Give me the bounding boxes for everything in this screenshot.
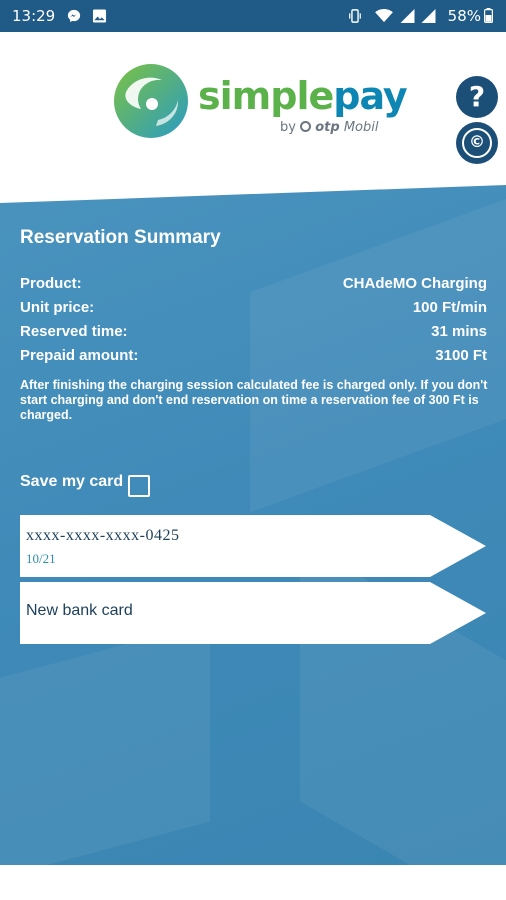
card-expiry: 10/21: [26, 551, 56, 566]
otp-logo-icon: [300, 121, 312, 132]
unit-price-value: 100 Ft/min: [412, 299, 487, 316]
byline-prefix: by: [280, 120, 296, 135]
summary-row-prepaid: Prepaid amount: 3100 Ft: [20, 347, 487, 369]
app-header: simplepay by otp Mobil ? ©: [0, 32, 506, 197]
status-bar: 13:29 58%: [0, 0, 506, 32]
help-button[interactable]: ?: [456, 76, 498, 118]
messenger-icon: [67, 9, 81, 23]
image-icon: [92, 9, 107, 23]
battery-icon: [484, 8, 493, 23]
simplepay-logo: simplepay by otp Mobil: [112, 62, 408, 152]
summary-title: Reservation Summary: [20, 227, 221, 248]
reservation-fee-note: After finishing the charging session cal…: [20, 378, 488, 422]
reservation-panel: Reservation Summary Product: CHAdeMO Cha…: [0, 185, 506, 865]
logo-word-simple: simple: [198, 74, 334, 118]
copyright-button[interactable]: ©: [456, 122, 498, 164]
summary-row-unit-price: Unit price: 100 Ft/min: [20, 299, 487, 321]
product-value: CHAdeMO Charging: [342, 275, 487, 292]
byline-suffix: Mobil: [343, 120, 379, 135]
vibrate-icon: [349, 9, 361, 23]
product-label: Product:: [20, 275, 82, 292]
unit-price-label: Unit price:: [20, 299, 95, 316]
status-time: 13:29: [12, 7, 56, 25]
prepaid-amount-value: 3100 Ft: [435, 347, 487, 364]
signal-icon: [421, 9, 436, 23]
simplepay-logo-icon: [114, 64, 188, 138]
card-number: xxxx-xxxx-xxxx-0425: [26, 527, 180, 544]
summary-row-reserved-time: Reserved time: 31 mins: [20, 323, 487, 345]
battery-percent: 58%: [447, 7, 481, 25]
logo-word-pay: pay: [333, 74, 407, 118]
logo-byline: by otp Mobil: [280, 120, 378, 135]
signal-icon: [400, 9, 415, 23]
summary-row-product: Product: CHAdeMO Charging: [20, 275, 487, 297]
new-card-label: New bank card: [26, 602, 133, 619]
save-card-label: Save my card: [20, 473, 124, 490]
wifi-icon: [375, 9, 393, 23]
saved-card-item[interactable]: xxxx-xxxx-xxxx-0425 10/21: [20, 515, 486, 577]
reserved-time-label: Reserved time:: [20, 323, 128, 340]
reserved-time-value: 31 mins: [431, 323, 487, 340]
new-bank-card-button[interactable]: New bank card: [20, 582, 486, 644]
copyright-icon: ©: [462, 127, 492, 158]
logo-wordmark: simplepay: [198, 74, 408, 118]
byline-brand: otp: [315, 120, 340, 135]
save-card-checkbox[interactable]: [128, 475, 150, 497]
background-facet: [0, 621, 210, 865]
prepaid-amount-label: Prepaid amount:: [20, 347, 139, 364]
